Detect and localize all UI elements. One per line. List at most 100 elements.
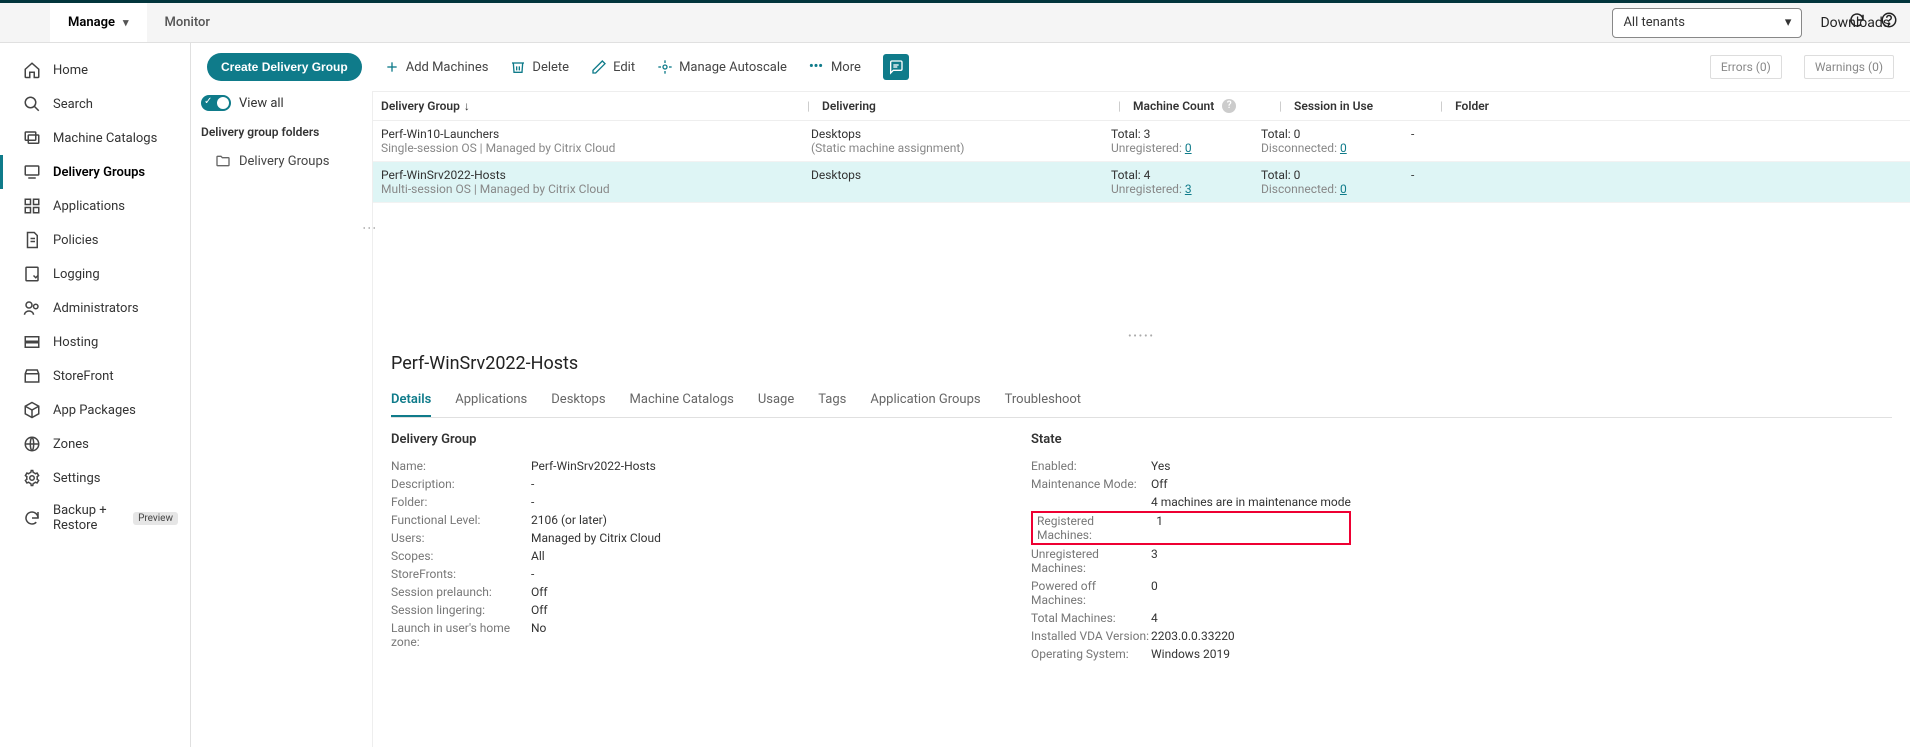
more-icon: ••• (809, 59, 825, 75)
sidebar-item-label: Hosting (53, 335, 98, 350)
row-mc-unreg-link[interactable]: 0 (1185, 141, 1192, 155)
sidebar-item-machine-catalogs[interactable]: Machine Catalogs (0, 121, 190, 155)
folder-icon (215, 153, 231, 169)
sidebar-item-administrators[interactable]: Administrators (0, 291, 190, 325)
view-all-label: View all (239, 96, 284, 111)
row-folder: - (1403, 121, 1910, 147)
row-siu-total: Total: 0 (1261, 168, 1395, 182)
view-all-toggle[interactable]: ✓ (201, 95, 231, 111)
administrators-icon (23, 299, 41, 317)
add-machines-label: Add Machines (406, 60, 489, 75)
autoscale-icon (657, 59, 673, 75)
backup-icon (23, 509, 41, 527)
col-header-machine-count[interactable]: Machine Count? (1125, 99, 1275, 113)
folder-root[interactable]: Delivery Groups (201, 147, 362, 175)
table-row[interactable]: Perf-Win10-Launchers Single-session OS |… (373, 121, 1910, 162)
manage-autoscale-button[interactable]: Manage Autoscale (657, 59, 787, 75)
sidebar-item-label: Applications (53, 199, 125, 214)
edit-button[interactable]: Edit (591, 59, 635, 75)
sidebar-item-home[interactable]: Home (0, 53, 190, 87)
sidebar-item-zones[interactable]: Zones (0, 427, 190, 461)
catalog-icon (23, 129, 41, 147)
row-folder: - (1403, 162, 1910, 188)
refresh-icon[interactable] (1848, 11, 1866, 29)
zones-icon (23, 435, 41, 453)
detail-tab-applications[interactable]: Applications (455, 384, 527, 417)
col-header-delivery-group[interactable]: Delivery Group ↓ (373, 99, 803, 113)
chevron-down-icon: ▾ (123, 16, 129, 29)
sidebar-item-label: Zones (53, 437, 89, 452)
applications-icon (23, 197, 41, 215)
delete-button[interactable]: Delete (510, 59, 569, 75)
sidebar-item-storefront[interactable]: StoreFront (0, 359, 190, 393)
registered-machines-highlight: Registered Machines: 1 (1031, 511, 1351, 545)
comment-button[interactable] (883, 54, 909, 80)
sidebar-item-delivery-groups[interactable]: Delivery Groups (0, 155, 190, 189)
row-siu-disc-label: Disconnected: (1261, 141, 1337, 155)
row-delivering-sub: (Static machine assignment) (811, 141, 1095, 155)
delete-label: Delete (532, 60, 569, 75)
sidebar-item-hosting[interactable]: Hosting (0, 325, 190, 359)
detail-tab-details[interactable]: Details (391, 384, 431, 417)
sidebar-item-logging[interactable]: Logging (0, 257, 190, 291)
help-icon[interactable]: ? (1222, 99, 1236, 113)
col-header-folder[interactable]: Folder (1447, 99, 1910, 113)
add-machines-button[interactable]: Add Machines (384, 59, 489, 75)
detail-tab-troubleshoot[interactable]: Troubleshoot (1005, 384, 1081, 417)
sidebar-item-label: Home (53, 63, 88, 78)
col-header-session-in-use[interactable]: Session in Use (1286, 99, 1436, 113)
sidebar-item-applications[interactable]: Applications (0, 189, 190, 223)
tab-manage-label: Manage (68, 15, 115, 30)
detail-tab-usage[interactable]: Usage (758, 384, 794, 417)
tab-manage[interactable]: Manage ▾ (50, 3, 147, 42)
sidebar-item-label: Machine Catalogs (53, 131, 157, 146)
policies-icon (23, 231, 41, 249)
home-icon (23, 61, 41, 79)
sidebar-item-label: Policies (53, 233, 98, 248)
sidebar-item-backup-restore[interactable]: Backup + RestorePreview (0, 495, 190, 541)
drag-handle-icon[interactable]: ⋮ (367, 221, 371, 236)
sidebar-item-policies[interactable]: Policies (0, 223, 190, 257)
warnings-status[interactable]: Warnings (0) (1804, 55, 1894, 79)
detail-tab-tags[interactable]: Tags (818, 384, 846, 417)
maintenance-note: 4 machines are in maintenance mode (1151, 495, 1351, 509)
help-icon[interactable] (1880, 11, 1898, 29)
sidebar: Home Search Machine Catalogs Delivery Gr… (0, 43, 190, 747)
row-siu-disc-link[interactable]: 0 (1340, 182, 1347, 196)
errors-status[interactable]: Errors (0) (1710, 55, 1782, 79)
row-sub: Single-session OS | Managed by Citrix Cl… (381, 141, 795, 155)
row-siu-total: Total: 0 (1261, 127, 1395, 141)
search-icon (23, 95, 41, 113)
app-packages-icon (23, 401, 41, 419)
row-name: Perf-Win10-Launchers (381, 127, 795, 141)
gear-icon (23, 469, 41, 487)
detail-tab-desktops[interactable]: Desktops (551, 384, 605, 417)
row-mc-unreg-label: Unregistered: (1111, 182, 1182, 196)
row-siu-disc-link[interactable]: 0 (1340, 141, 1347, 155)
detail-panel: Perf-WinSrv2022-Hosts Details Applicatio… (373, 339, 1910, 673)
row-mc-total: Total: 4 (1111, 168, 1245, 182)
more-button[interactable]: •••More (809, 59, 861, 75)
detail-left-heading: Delivery Group (391, 432, 951, 457)
tab-monitor[interactable]: Monitor (147, 3, 228, 42)
row-siu-disc-label: Disconnected: (1261, 182, 1337, 196)
row-name: Perf-WinSrv2022-Hosts (381, 168, 795, 182)
preview-badge: Preview (133, 512, 178, 525)
sidebar-item-app-packages[interactable]: App Packages (0, 393, 190, 427)
col-header-delivering[interactable]: Delivering (814, 99, 1114, 113)
create-delivery-group-button[interactable]: Create Delivery Group (207, 53, 362, 81)
tab-monitor-label: Monitor (165, 15, 210, 30)
folder-panel: ✓ View all Delivery group folders Delive… (191, 91, 373, 747)
check-icon: ✓ (204, 96, 212, 107)
tenant-select[interactable]: All tenants ▾ (1612, 8, 1802, 38)
detail-tab-application-groups[interactable]: Application Groups (870, 384, 980, 417)
sort-down-icon: ↓ (464, 99, 470, 113)
edit-label: Edit (613, 60, 635, 75)
table-row[interactable]: Perf-WinSrv2022-Hosts Multi-session OS |… (373, 162, 1910, 203)
sidebar-item-search[interactable]: Search (0, 87, 190, 121)
folder-root-label: Delivery Groups (239, 154, 329, 169)
sidebar-item-settings[interactable]: Settings (0, 461, 190, 495)
detail-tab-machine-catalogs[interactable]: Machine Catalogs (630, 384, 734, 417)
row-mc-unreg-link[interactable]: 3 (1185, 182, 1192, 196)
detail-right-heading: State (1031, 432, 1351, 457)
